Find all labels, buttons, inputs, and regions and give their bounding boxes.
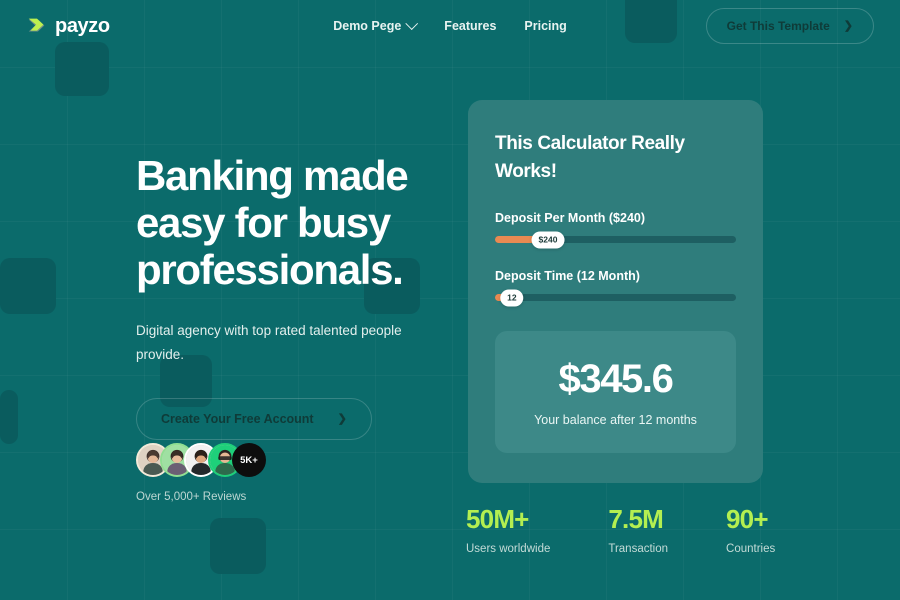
stat-label: Users worldwide <box>466 542 551 555</box>
stat-transaction: 7.5M Transaction <box>608 505 668 555</box>
slider-thumb[interactable]: 12 <box>500 289 524 307</box>
stat-value: 90+ <box>726 504 769 534</box>
calculator-title: This Calculator Really Works! <box>495 133 685 182</box>
header-cta-label: Get This Template <box>726 19 830 33</box>
logo[interactable]: payzo <box>26 15 110 38</box>
nav-item-demo-pege[interactable]: Demo Pege <box>333 16 419 33</box>
stat-countries: 90+ Countries <box>726 505 775 555</box>
chevron-arrow-logo-icon <box>26 15 48 37</box>
deposit-time-label: Deposit Time (12 Month) <box>495 269 640 284</box>
site-header: payzo Demo Pege Features Pricing Get Thi… <box>0 0 900 52</box>
deposit-time-slider[interactable]: 12 <box>495 289 736 307</box>
calculator-result: $345.6 Your balance after 12 months <box>495 331 736 454</box>
reviews-text: Over 5,000+ Reviews <box>136 491 247 503</box>
stat-label: Transaction <box>608 542 669 555</box>
arrow-right-icon: ❯ <box>843 19 853 32</box>
arrow-right-icon: ❯ <box>337 412 347 425</box>
stat-users-worldwide: 50M+ Users worldwide <box>466 505 550 555</box>
deposit-per-month-label: Deposit Per Month ($240) <box>495 211 646 226</box>
calculator-card: This Calculator Really Works! Deposit Pe… <box>468 100 763 484</box>
result-caption: Your balance after 12 months <box>534 413 697 428</box>
stat-value: 50M+ <box>466 504 529 534</box>
avatar-group: 5K+ <box>136 443 266 477</box>
avatar-count-badge: 5K+ <box>232 443 266 477</box>
nav-item-features[interactable]: Features <box>444 19 496 33</box>
stat-label: Countries <box>726 542 776 555</box>
deposit-time-field: Deposit Time (12 Month) 12 <box>495 269 736 307</box>
hero-section: Banking made easy for busy professionals… <box>136 152 466 441</box>
hero-cta-label: Create Your Free Account <box>161 412 314 427</box>
slider-thumb[interactable]: $240 <box>531 231 565 249</box>
hero-headline: Banking made easy for busy professionals… <box>136 152 409 294</box>
result-amount: $345.6 <box>558 357 674 402</box>
background-accent-cell <box>0 390 18 444</box>
nav-item-label: Pricing <box>524 19 567 33</box>
background-accent-cell <box>0 258 56 314</box>
nav-item-label: Features <box>444 19 497 33</box>
deposit-per-month-slider[interactable]: $240 <box>495 231 736 249</box>
hero-subtext: Digital agency with top rated talented p… <box>136 323 402 362</box>
stats-row: 50M+ Users worldwide 7.5M Transaction 90… <box>466 505 775 555</box>
nav-item-label: Demo Pege <box>333 19 402 33</box>
get-this-template-button[interactable]: Get This Template ❯ <box>705 8 874 44</box>
social-proof: 5K+ Over 5,000+ Reviews <box>136 443 266 503</box>
chevron-down-icon <box>405 16 419 30</box>
deposit-per-month-field: Deposit Per Month ($240) $240 <box>495 211 736 249</box>
create-free-account-button[interactable]: Create Your Free Account ❯ <box>136 398 372 441</box>
main-navigation: Demo Pege Features Pricing <box>333 16 567 33</box>
logo-text: payzo <box>55 14 110 37</box>
stat-value: 7.5M <box>608 504 663 534</box>
background-accent-cell <box>210 518 266 574</box>
nav-item-pricing[interactable]: Pricing <box>524 19 566 33</box>
